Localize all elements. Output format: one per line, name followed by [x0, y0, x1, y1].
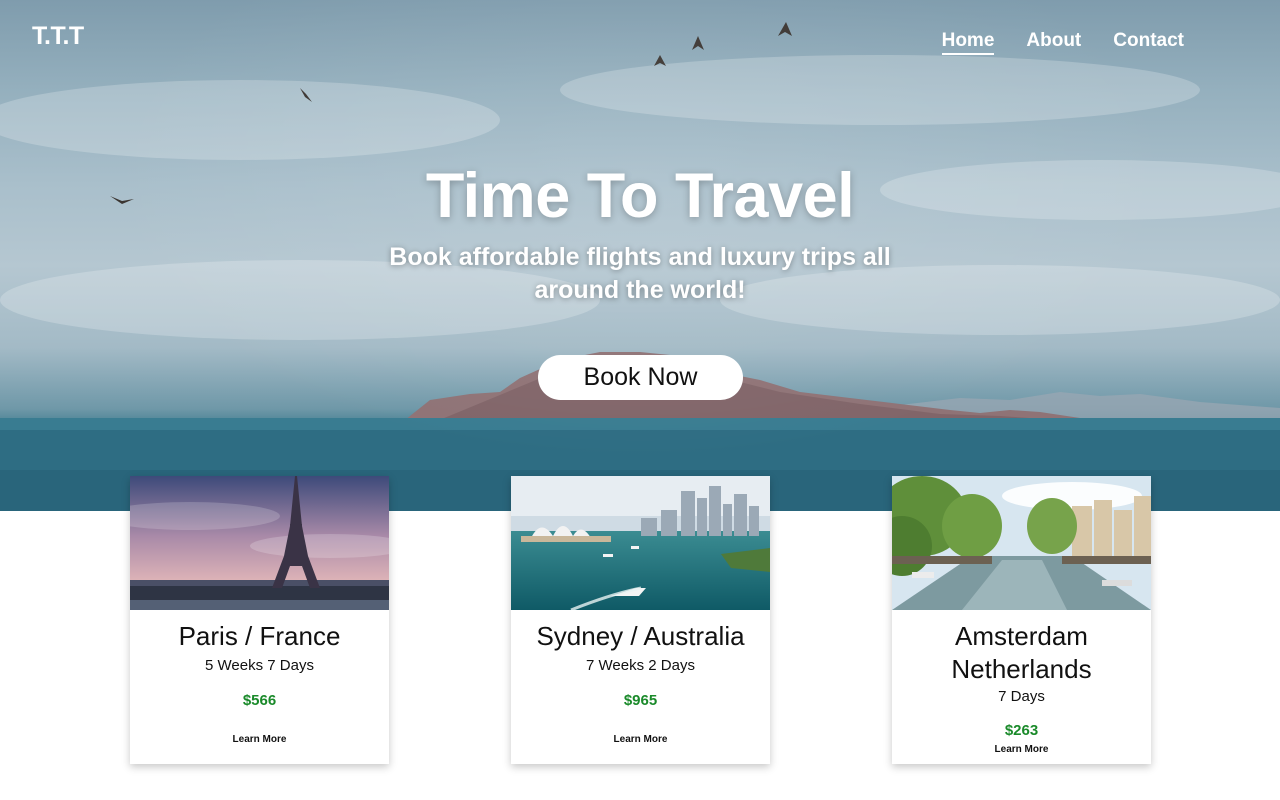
trip-duration: 7 Days	[998, 688, 1045, 705]
site-logo[interactable]: T.T.T	[32, 22, 84, 51]
trip-price: $263	[1004, 722, 1039, 739]
trip-duration: 5 Weeks 7 Days	[205, 657, 314, 674]
book-now-button[interactable]: Book Now	[538, 355, 743, 400]
trip-card-sydney[interactable]: Sydney / Australia 7 Weeks 2 Days $965 L…	[511, 476, 770, 764]
hero-title: Time To Travel	[425, 161, 855, 231]
nav-link-about[interactable]: About	[1026, 30, 1081, 55]
trip-price: $566	[242, 692, 277, 709]
trip-name: Amsterdam Netherlands	[951, 621, 1092, 684]
learn-more-link[interactable]: Learn More	[995, 744, 1049, 755]
trip-price: $965	[623, 692, 658, 709]
trip-card-paris[interactable]: Paris / France 5 Weeks 7 Days $566 Learn…	[130, 476, 389, 764]
sydney-photo	[511, 476, 770, 610]
learn-more-link[interactable]: Learn More	[614, 734, 668, 745]
hero-subtitle: Book affordable flights and luxury trips…	[389, 243, 891, 304]
trip-name: Paris / France	[178, 621, 341, 651]
nav-link-home[interactable]: Home	[941, 30, 995, 55]
hero-banner: T.T.T Home About Contact Time To Travel …	[0, 0, 1280, 511]
learn-more-link[interactable]: Learn More	[233, 734, 287, 745]
amsterdam-photo	[892, 476, 1151, 610]
trip-duration: 7 Weeks 2 Days	[586, 657, 695, 674]
nav-link-contact[interactable]: Contact	[1113, 30, 1184, 55]
main-nav: Home About Contact	[941, 30, 1184, 55]
paris-photo	[130, 476, 389, 610]
trip-card-amsterdam[interactable]: Amsterdam Netherlands 7 Days $263 Learn …	[892, 476, 1151, 764]
trip-name: Sydney / Australia	[536, 621, 745, 651]
